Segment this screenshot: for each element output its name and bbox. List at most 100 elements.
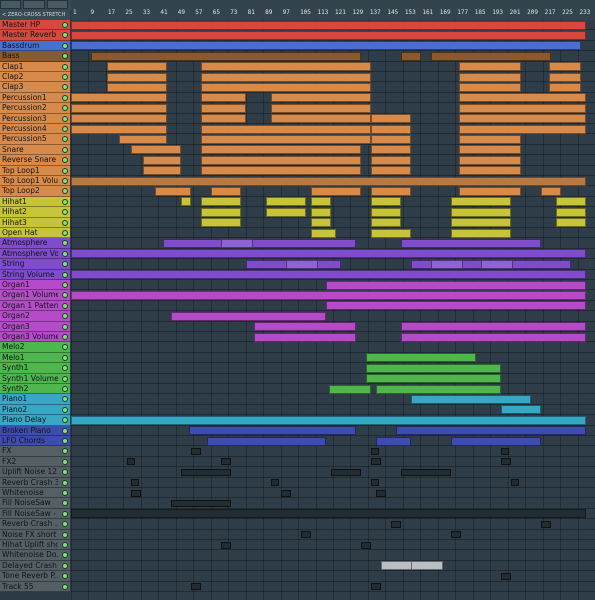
- track-mute-led[interactable]: [62, 32, 68, 39]
- pattern-clip[interactable]: [201, 72, 371, 82]
- pattern-clip[interactable]: [396, 426, 586, 436]
- pattern-clip[interactable]: [311, 197, 331, 207]
- pattern-clip[interactable]: [371, 218, 401, 228]
- pattern-clip[interactable]: [371, 124, 411, 134]
- track-mute-led[interactable]: [62, 344, 68, 351]
- pattern-clip[interactable]: [143, 166, 181, 176]
- track-header[interactable]: Hihat2: [0, 207, 70, 218]
- pattern-clip[interactable]: [459, 145, 521, 155]
- pattern-clip[interactable]: [119, 134, 167, 144]
- audio-clip[interactable]: [371, 447, 379, 455]
- track-header[interactable]: Fill NoiseSaw - ...: [0, 508, 70, 520]
- track-header[interactable]: Organ3 Volume: [0, 332, 70, 343]
- pattern-clip[interactable]: [459, 62, 521, 72]
- track-header[interactable]: Percussion5: [0, 134, 70, 145]
- pattern-clip[interactable]: [91, 51, 361, 61]
- track-mute-led[interactable]: [62, 365, 68, 372]
- pattern-clip[interactable]: [326, 301, 586, 311]
- track-header[interactable]: Top Loop1 Volu...: [0, 176, 70, 187]
- track-header[interactable]: FX2: [0, 456, 70, 468]
- pattern-clip[interactable]: [371, 155, 411, 165]
- pattern-clip[interactable]: [451, 218, 511, 228]
- track-header[interactable]: Track 55: [0, 581, 70, 592]
- audio-clip[interactable]: [191, 583, 201, 591]
- snap-mode-label[interactable]: < ZERO-CROSS STRETCH: [0, 10, 70, 20]
- pattern-clip[interactable]: [549, 72, 581, 82]
- track-header[interactable]: Synth1: [0, 363, 70, 374]
- timeline-ruler[interactable]: 1 9 17 25 33 41 49 57 65 73 81 89 97 105 113 121 129 137 1…: [71, 0, 595, 20]
- pattern-clip[interactable]: [171, 311, 326, 321]
- draw-tool-button[interactable]: [0, 0, 22, 9]
- pattern-clip[interactable]: [329, 384, 371, 394]
- pattern-clip-labeled[interactable]: Strin...: [286, 259, 318, 269]
- track-header[interactable]: Bassdrum: [0, 40, 70, 52]
- audio-clip[interactable]: [191, 447, 201, 455]
- audio-clip[interactable]: [131, 479, 139, 487]
- pattern-clip[interactable]: [371, 134, 411, 144]
- track-mute-led[interactable]: [62, 94, 68, 101]
- pattern-clip[interactable]: [271, 93, 371, 103]
- track-header[interactable]: Organ1: [0, 280, 70, 291]
- pattern-clip[interactable]: [71, 114, 167, 124]
- audio-clip[interactable]: [501, 458, 511, 466]
- track-mute-led[interactable]: [62, 552, 68, 559]
- track-header[interactable]: String: [0, 259, 70, 270]
- automation-envelope-clip[interactable]: Top Loop1 Volume envelope: [71, 176, 586, 186]
- pattern-clip[interactable]: [266, 207, 306, 217]
- audio-clip[interactable]: [541, 520, 551, 528]
- pattern-clip[interactable]: [311, 218, 331, 228]
- pattern-clip[interactable]: [163, 238, 356, 248]
- track-header[interactable]: Snare: [0, 144, 70, 156]
- track-mute-led[interactable]: [62, 230, 68, 236]
- track-header[interactable]: Synth2: [0, 384, 70, 395]
- pattern-clip[interactable]: [401, 322, 586, 332]
- pattern-clip[interactable]: [271, 114, 371, 124]
- track-header[interactable]: Atmosphere: [0, 238, 70, 249]
- track-header[interactable]: Clap1: [0, 61, 70, 72]
- pattern-clip[interactable]: [549, 62, 581, 72]
- pattern-clip[interactable]: [549, 82, 581, 92]
- pattern-clip[interactable]: [71, 124, 167, 134]
- track-mute-led[interactable]: [62, 42, 68, 49]
- pattern-clip[interactable]: [371, 207, 401, 217]
- track-mute-led[interactable]: [62, 448, 68, 455]
- pattern-clip[interactable]: [556, 207, 586, 217]
- track-mute-led[interactable]: [62, 323, 68, 330]
- track-header[interactable]: Hihat1: [0, 196, 70, 208]
- pattern-clip[interactable]: [181, 197, 191, 207]
- track-mute-led[interactable]: [62, 417, 68, 424]
- pattern-clip-labeled[interactable]: Strin...: [431, 259, 463, 269]
- pattern-clip[interactable]: [71, 93, 167, 103]
- track-mute-led[interactable]: [62, 313, 68, 320]
- pattern-clip[interactable]: [366, 353, 476, 363]
- pattern-clip[interactable]: [107, 62, 167, 72]
- pattern-clip[interactable]: [71, 41, 581, 51]
- track-mute-led[interactable]: [62, 271, 68, 278]
- pattern-clip[interactable]: [456, 259, 571, 269]
- track-header[interactable]: Percussion2: [0, 103, 70, 114]
- pattern-clip[interactable]: [459, 72, 521, 82]
- track-header[interactable]: Delayed Crash ...: [0, 560, 70, 572]
- track-mute-led[interactable]: [62, 438, 68, 444]
- track-header[interactable]: String Volume: [0, 269, 70, 280]
- automation-envelope-clip[interactable]: Organ1 Volume envelope: [71, 290, 586, 300]
- track-header[interactable]: Piano Delay: [0, 415, 70, 426]
- track-mute-led[interactable]: [62, 334, 68, 340]
- track-header[interactable]: Atmosphere Vo...: [0, 248, 70, 260]
- track-mute-led[interactable]: [62, 531, 68, 538]
- pattern-clip[interactable]: [311, 186, 361, 196]
- pattern-clip[interactable]: [451, 207, 511, 217]
- pattern-clip[interactable]: [401, 332, 586, 342]
- pattern-clip[interactable]: [271, 103, 371, 113]
- track-mute-led[interactable]: [62, 510, 68, 517]
- pattern-clip[interactable]: [254, 332, 356, 342]
- track-mute-led[interactable]: [62, 479, 68, 486]
- pattern-clip[interactable]: [189, 426, 356, 436]
- pattern-clip[interactable]: [459, 93, 586, 103]
- pattern-clip[interactable]: [155, 186, 191, 196]
- track-header[interactable]: Whitenoise Do...: [0, 550, 70, 561]
- pattern-clip[interactable]: [459, 103, 586, 113]
- track-mute-led[interactable]: [62, 178, 68, 184]
- pattern-clip[interactable]: [71, 103, 167, 113]
- audio-clip[interactable]: [501, 572, 511, 580]
